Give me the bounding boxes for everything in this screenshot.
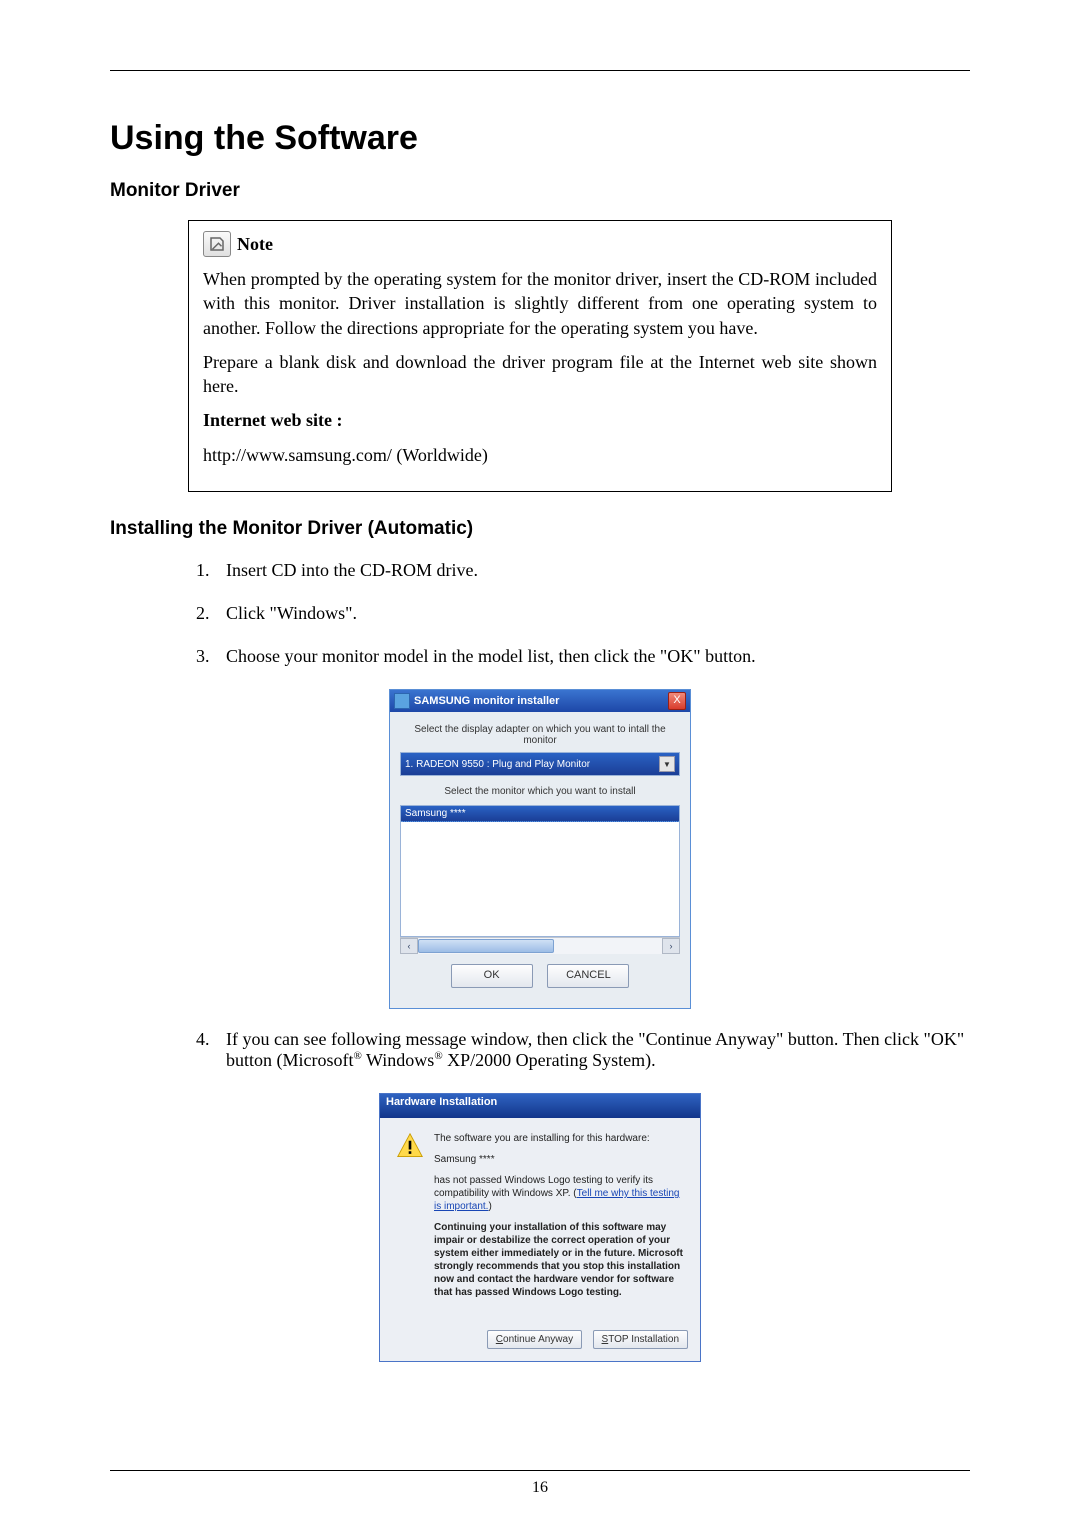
steps-list-cont: If you can see following message window,… (188, 1029, 970, 1071)
scroll-track[interactable] (418, 938, 662, 954)
section-monitor-driver: Monitor Driver (110, 180, 970, 202)
monitor-listbox[interactable]: Samsung **** (400, 805, 680, 937)
section-installing-automatic: Installing the Monitor Driver (Automatic… (110, 518, 970, 540)
installer-app-icon (394, 693, 410, 709)
note-box: Note When prompted by the operating syst… (188, 220, 892, 492)
chevron-down-icon[interactable]: ▼ (659, 756, 675, 772)
scroll-right-button[interactable]: › (662, 938, 680, 954)
monitor-label: Select the monitor which you want to ins… (400, 786, 680, 797)
monitor-list-item-selected[interactable]: Samsung **** (401, 806, 679, 822)
note-paragraph-1: When prompted by the operating system fo… (203, 267, 877, 340)
page-title: Using the Software (110, 119, 970, 158)
scroll-left-button[interactable]: ‹ (400, 938, 418, 954)
horizontal-scrollbar[interactable]: ‹ › (400, 937, 680, 954)
internet-website-url: http://www.samsung.com/ (Worldwide) (203, 443, 877, 467)
step-4: If you can see following message window,… (214, 1029, 970, 1071)
top-rule (110, 70, 970, 71)
hw-product: Samsung **** (434, 1153, 684, 1166)
adapter-combobox[interactable]: 1. RADEON 9550 : Plug and Play Monitor ▼ (400, 752, 680, 776)
note-icon (203, 231, 231, 257)
adapter-combobox-value: 1. RADEON 9550 : Plug and Play Monitor (405, 759, 590, 770)
samsung-installer-dialog: SAMSUNG monitor installer X Select the d… (389, 689, 691, 1009)
hw-line2: has not passed Windows Logo testing to v… (434, 1174, 684, 1213)
steps-list: Insert CD into the CD-ROM drive. Click "… (188, 560, 970, 667)
warning-icon (396, 1132, 424, 1160)
hardware-dialog-title: Hardware Installation (380, 1094, 700, 1118)
ok-button[interactable]: OK (451, 964, 533, 988)
cancel-button[interactable]: CANCEL (547, 964, 629, 988)
scroll-thumb[interactable] (418, 939, 554, 953)
page-number: 16 (0, 1479, 1080, 1497)
hardware-installation-dialog: Hardware Installation The software you a… (379, 1093, 701, 1362)
close-button[interactable]: X (668, 692, 686, 710)
adapter-label: Select the display adapter on which you … (400, 724, 680, 746)
hw-line1: The software you are installing for this… (434, 1132, 684, 1145)
internet-website-label: Internet web site : (203, 408, 877, 432)
step-2: Click "Windows". (214, 603, 970, 624)
hw-warning-bold: Continuing your installation of this sof… (434, 1221, 684, 1299)
continue-anyway-button[interactable]: Continue Anyway (487, 1330, 582, 1349)
step-3: Choose your monitor model in the model l… (214, 646, 970, 667)
stop-installation-button[interactable]: STOP Installation (593, 1330, 688, 1349)
installer-title: SAMSUNG monitor installer (414, 695, 668, 707)
bottom-rule (110, 1470, 970, 1471)
step-1: Insert CD into the CD-ROM drive. (214, 560, 970, 581)
note-label: Note (237, 232, 273, 256)
note-paragraph-2: Prepare a blank disk and download the dr… (203, 350, 877, 399)
